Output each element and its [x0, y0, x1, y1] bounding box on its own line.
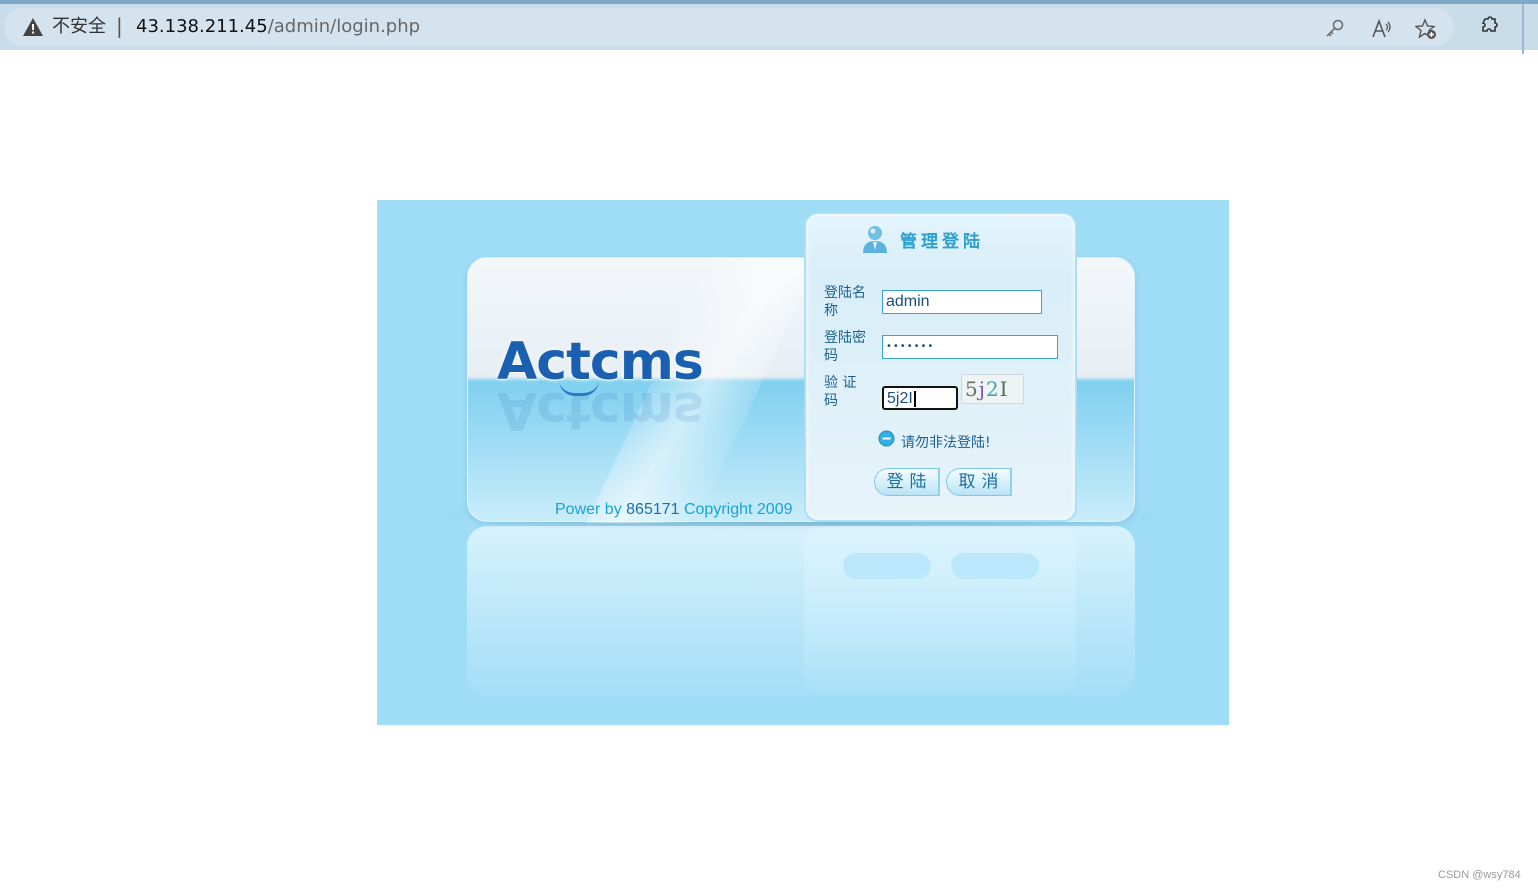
button-reflection — [951, 553, 1039, 579]
captcha-char: 2 — [985, 377, 1000, 401]
toolbar-divider — [1522, 4, 1524, 54]
warning-icon[interactable] — [22, 17, 44, 37]
powered-suffix: Copyright 2009 — [679, 501, 793, 518]
login-notice: 请勿非法登陆! — [901, 435, 991, 451]
url-host: 43.138.211.45 — [136, 16, 268, 37]
captcha-char: I — [999, 377, 1009, 401]
csdn-watermark: CSDN @wsy784 — [1438, 869, 1521, 881]
url-text[interactable]: 43.138.211.45/admin/login.php — [136, 17, 420, 37]
cancel-button[interactable]: 取消 — [946, 468, 1012, 496]
captcha-image[interactable]: 5j2I — [961, 374, 1024, 404]
browser-toolbar: 不安全 | 43.138.211.45/admin/login.php — [0, 0, 1538, 54]
favorite-add-icon[interactable] — [1415, 18, 1437, 40]
panel-header: 管理登陆 — [806, 214, 1075, 258]
captcha-input-value: 5j2I — [887, 390, 913, 407]
user-icon — [863, 226, 887, 253]
read-aloud-icon[interactable] — [1370, 18, 1392, 40]
powered-number: 865171 — [626, 501, 680, 518]
login-banner: Actcms Actcms Power by 865171 Copyright … — [377, 200, 1229, 725]
password-label: 登陆密码 — [824, 330, 866, 364]
extensions-icon[interactable] — [1477, 16, 1499, 38]
logo-reflection: Actcms — [497, 380, 703, 440]
username-label: 登陆名称 — [824, 285, 866, 319]
key-icon[interactable] — [1324, 18, 1346, 40]
security-status-label[interactable]: 不安全 — [52, 17, 106, 37]
powered-prefix: Power by — [555, 501, 627, 518]
panel-reflection — [804, 526, 1076, 696]
username-input[interactable]: admin — [882, 290, 1042, 314]
address-bar[interactable]: 不安全 | 43.138.211.45/admin/login.php — [4, 8, 1454, 46]
address-separator: | — [116, 14, 123, 38]
password-input[interactable]: ••••••• — [882, 335, 1058, 359]
text-caret — [913, 390, 916, 407]
panel-title: 管理登陆 — [900, 232, 984, 252]
login-panel: 管理登陆 登陆名称 admin 登陆密码 ••••••• 验 证 码 5j2I … — [804, 212, 1077, 522]
url-path: /admin/login.php — [267, 16, 421, 37]
captcha-input[interactable]: 5j2I — [882, 386, 958, 410]
captcha-char: 5 — [965, 377, 979, 401]
info-bubble-icon — [878, 430, 895, 447]
login-button[interactable]: 登陆 — [874, 468, 940, 496]
captcha-char: j — [978, 377, 986, 401]
button-reflection — [843, 553, 931, 579]
powered-by-text: Power by 865171 Copyright 2009 — [555, 500, 793, 520]
captcha-label: 验 证 码 — [824, 375, 857, 409]
